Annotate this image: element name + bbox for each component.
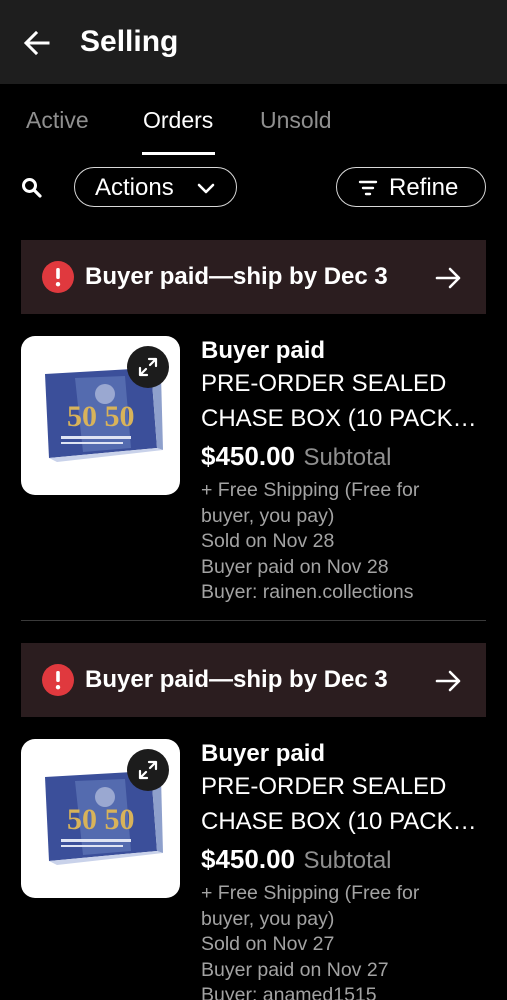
item-title-line-2: CHASE BOX (10 PACK… — [201, 808, 477, 835]
expand-icon — [138, 357, 158, 377]
order-details[interactable]: Buyer paid PRE-ORDER SEALED CHASE BOX (1… — [201, 739, 491, 1000]
refine-label: Refine — [389, 174, 459, 201]
price-row: $450.00 Subtotal — [201, 439, 491, 478]
chevron-down-icon — [197, 183, 215, 194]
paid-date: Buyer paid on Nov 28 — [201, 555, 389, 578]
banner-text: Buyer paid—ship by Dec 3 — [85, 263, 388, 290]
expand-image-button[interactable] — [127, 749, 169, 791]
order-divider — [21, 620, 486, 621]
arrow-right-icon — [435, 670, 461, 692]
search-button[interactable] — [19, 175, 45, 201]
buyer-name: Buyer: anamed1515 — [201, 984, 377, 1000]
search-icon — [22, 178, 42, 198]
banner-text: Buyer paid—ship by Dec 3 — [85, 666, 388, 693]
actions-dropdown[interactable]: Actions — [74, 167, 237, 207]
order-status: Buyer paid — [201, 337, 326, 364]
shipping-line-1: + Free Shipping (Free for — [201, 479, 420, 501]
ship-by-banner[interactable]: Buyer paid—ship by Dec 3 — [21, 643, 486, 717]
item-price: $450.00 — [201, 441, 295, 471]
selling-orders-screen: Selling Active Orders Unsold Actions Ref… — [0, 0, 507, 1000]
item-title-line-2: CHASE BOX (10 PACK… — [201, 405, 477, 432]
page-title: Selling — [80, 25, 179, 58]
tab-orders[interactable]: Orders — [143, 104, 213, 136]
price-label: Subtotal — [303, 444, 392, 471]
actions-label: Actions — [95, 174, 174, 201]
expand-image-button[interactable] — [127, 346, 169, 388]
tab-bar: Active Orders Unsold — [0, 84, 507, 156]
item-thumbnail[interactable]: 50 50 — [21, 739, 180, 898]
item-price: $450.00 — [201, 844, 295, 874]
item-title-line-1: PRE-ORDER SEALED — [201, 773, 447, 800]
tab-active[interactable]: Active — [26, 104, 89, 136]
sold-date: Sold on Nov 28 — [201, 530, 335, 552]
refine-button[interactable]: Refine — [336, 167, 486, 207]
expand-icon — [138, 760, 158, 780]
shipping-line-2: buyer, you pay) — [201, 907, 335, 930]
alert-icon — [42, 261, 74, 293]
item-thumbnail[interactable]: 50 50 — [21, 336, 180, 495]
back-button[interactable] — [18, 24, 56, 62]
item-title-line-1: PRE-ORDER SEALED — [201, 370, 447, 397]
order-status: Buyer paid — [201, 740, 326, 767]
ship-by-banner[interactable]: Buyer paid—ship by Dec 3 — [21, 240, 486, 314]
app-bar: Selling — [0, 0, 507, 84]
order-details[interactable]: Buyer paid PRE-ORDER SEALED CHASE BOX (1… — [201, 336, 491, 606]
price-label: Subtotal — [303, 847, 392, 874]
sold-date: Sold on Nov 27 — [201, 933, 335, 955]
buyer-name: Buyer: rainen.collections — [201, 581, 414, 603]
arrow-left-icon — [23, 30, 50, 56]
price-row: $450.00 Subtotal — [201, 842, 491, 881]
shipping-line-2: buyer, you pay) — [201, 504, 335, 527]
shipping-line-1: + Free Shipping (Free for — [201, 882, 420, 904]
box-art-text: 50 50 — [67, 400, 135, 433]
arrow-right-icon — [435, 267, 461, 289]
tab-unsold[interactable]: Unsold — [260, 104, 332, 136]
box-art-text: 50 50 — [67, 803, 135, 836]
alert-icon — [42, 664, 74, 696]
active-tab-indicator — [142, 152, 215, 155]
paid-date: Buyer paid on Nov 27 — [201, 958, 389, 981]
filter-icon — [358, 180, 378, 196]
